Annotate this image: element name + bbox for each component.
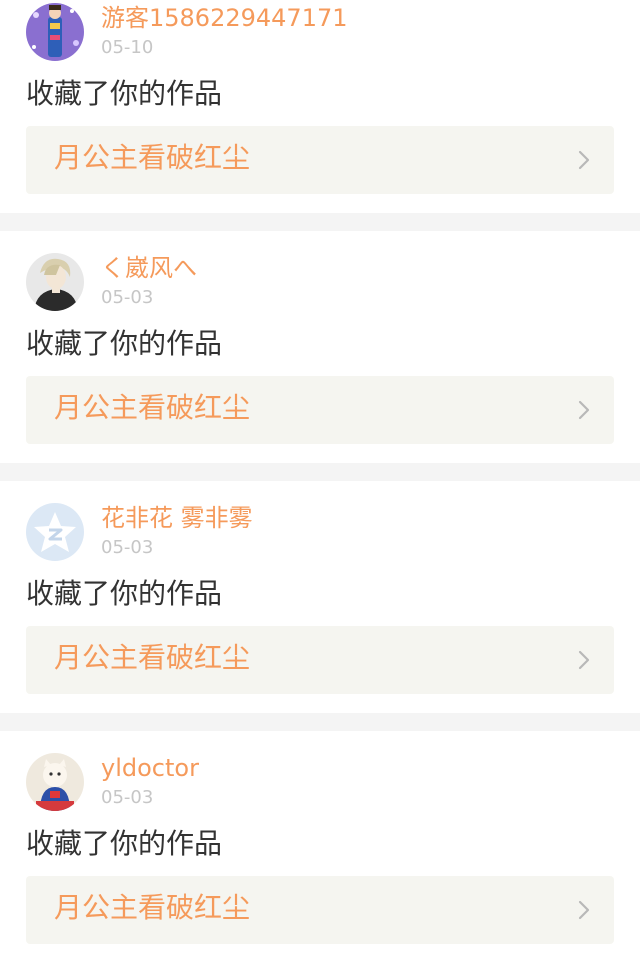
- work-title: 月公主看破红尘: [54, 641, 251, 674]
- user-avatar[interactable]: [26, 3, 84, 61]
- cat-costume-avatar-icon: [26, 753, 84, 811]
- qzone-default-avatar-icon: [26, 503, 84, 561]
- action-text: 收藏了你的作品: [26, 77, 223, 110]
- notification-card: く崴风へ 05-03 收藏了你的作品 月公主看破红尘: [0, 231, 640, 463]
- notification-card: 游客1586229447171 05-10 收藏了你的作品 月公主看破红尘: [0, 0, 640, 213]
- work-title: 月公主看破红尘: [54, 891, 251, 924]
- anime-boy-avatar-icon: [26, 253, 84, 311]
- action-text: 收藏了你的作品: [26, 827, 223, 860]
- work-link[interactable]: 月公主看破红尘: [26, 626, 614, 694]
- chevron-right-icon: [578, 900, 590, 920]
- separator: [0, 463, 640, 481]
- work-link[interactable]: 月公主看破红尘: [26, 126, 614, 194]
- separator: [0, 213, 640, 231]
- notification-card: 花非花 雾非雾 05-03 收藏了你的作品 月公主看破红尘: [0, 481, 640, 713]
- timestamp: 05-03: [101, 287, 154, 308]
- work-link[interactable]: 月公主看破红尘: [26, 376, 614, 444]
- user-avatar[interactable]: [26, 753, 84, 811]
- chevron-right-icon: [578, 150, 590, 170]
- user-avatar[interactable]: [26, 253, 84, 311]
- username[interactable]: く崴风へ: [101, 254, 197, 282]
- chevron-right-icon: [578, 650, 590, 670]
- work-link[interactable]: 月公主看破红尘: [26, 876, 614, 944]
- timestamp: 05-03: [101, 537, 154, 558]
- notification-card: yldoctor 05-03 收藏了你的作品 月公主看破红尘: [0, 731, 640, 963]
- username[interactable]: yldoctor: [101, 754, 199, 782]
- notification-feed: 游客1586229447171 05-10 收藏了你的作品 月公主看破红尘 く崴…: [0, 0, 640, 966]
- timestamp: 05-03: [101, 787, 154, 808]
- username[interactable]: 游客1586229447171: [101, 4, 348, 32]
- username[interactable]: 花非花 雾非雾: [101, 504, 253, 532]
- timestamp: 05-10: [101, 37, 154, 58]
- separator: [0, 713, 640, 731]
- work-title: 月公主看破红尘: [54, 141, 251, 174]
- action-text: 收藏了你的作品: [26, 577, 223, 610]
- costume-figure-avatar-icon: [26, 3, 84, 61]
- work-title: 月公主看破红尘: [54, 391, 251, 424]
- action-text: 收藏了你的作品: [26, 327, 223, 360]
- user-avatar[interactable]: [26, 503, 84, 561]
- chevron-right-icon: [578, 400, 590, 420]
